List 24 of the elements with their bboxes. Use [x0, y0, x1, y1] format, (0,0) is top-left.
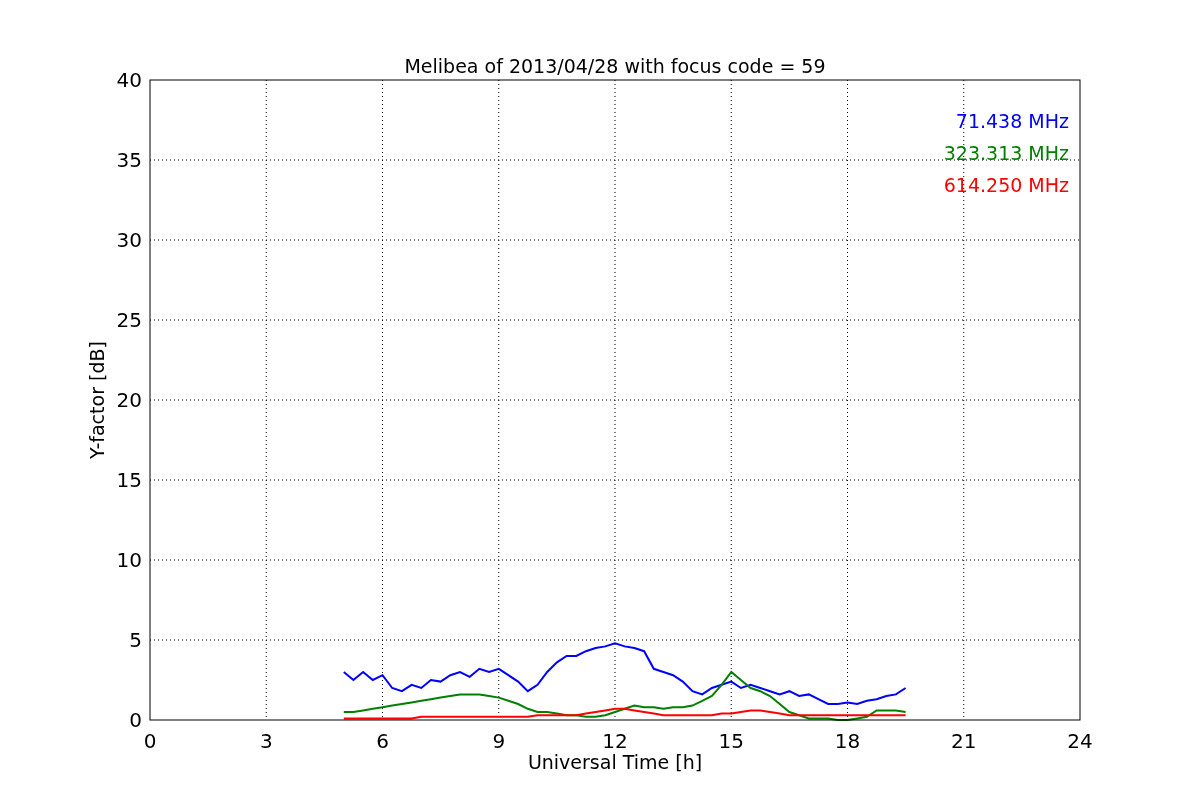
x-tick-label: 0: [143, 729, 157, 753]
legend-label: 614.250 MHz: [943, 174, 1069, 196]
y-tick-label: 35: [116, 148, 142, 172]
legend-label: 71.438 MHz: [955, 110, 1069, 132]
y-tick-label: 5: [129, 628, 142, 652]
y-tick-label: 10: [116, 548, 142, 572]
y-tick-label: 25: [116, 308, 142, 332]
x-tick-label: 6: [376, 729, 389, 753]
chart-title: Melibea of 2013/04/28 with focus code = 59: [404, 55, 826, 77]
x-tick-label: 21: [951, 729, 977, 753]
x-tick-label: 12: [602, 729, 628, 753]
y-axis-label: Y-factor [dB]: [86, 341, 108, 459]
x-axis-label: Universal Time [h]: [527, 751, 703, 773]
x-tick-label: 3: [259, 729, 273, 753]
x-tick-label: 9: [492, 729, 506, 753]
y-tick-label: 0: [129, 708, 142, 732]
x-tick-label: 18: [834, 729, 861, 753]
x-tick-label: 24: [1067, 729, 1093, 753]
y-tick-label: 15: [116, 468, 142, 492]
legend-label: 323.313 MHz: [943, 142, 1069, 164]
y-tick-label: 30: [116, 228, 142, 252]
y-tick-label: 40: [116, 68, 142, 92]
y-tick-label: 20: [116, 388, 142, 412]
x-tick-label: 15: [718, 729, 744, 753]
